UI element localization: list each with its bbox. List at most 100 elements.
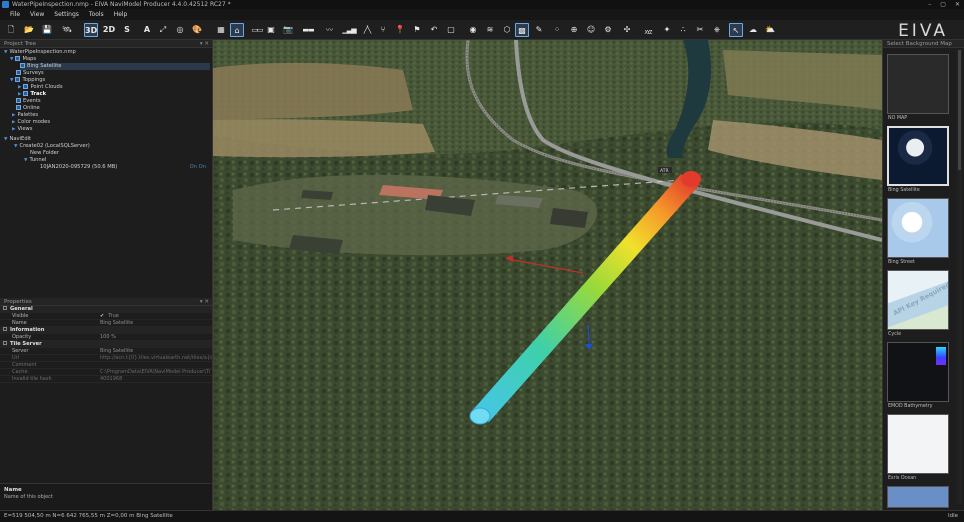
tree-item-project[interactable]: ▼ WaterPipeInspection.nmp — [4, 49, 76, 56]
expand-arrow-icon[interactable]: ▼ — [4, 137, 7, 142]
tree-item-tunnel[interactable]: ▼ Tunnel — [24, 157, 46, 164]
view-s-button[interactable]: S — [120, 23, 134, 37]
palette-icon[interactable]: 🎨 — [190, 23, 204, 37]
tree-item-bing-satellite[interactable]: Bing Satellite — [20, 63, 210, 70]
tree-item-events[interactable]: Events — [16, 98, 41, 105]
prop-section-tile-server[interactable]: Tile Server — [0, 341, 212, 348]
profile-wave-icon[interactable]: 〰 — [318, 23, 340, 37]
point-cloud-icon[interactable]: ◉ — [466, 23, 480, 37]
tree-item-palettes[interactable]: ▶ Palettes — [12, 112, 38, 119]
menu-view[interactable]: View — [30, 11, 44, 18]
photo-icon[interactable]: ▣ — [264, 23, 278, 37]
map-thumb-no-map[interactable] — [887, 54, 949, 114]
map-outline-icon[interactable]: ⌂ — [230, 23, 244, 37]
settings-icon[interactable]: ⚙ — [601, 23, 615, 37]
map-thumb-cycle[interactable]: API Key Required — [887, 270, 949, 330]
menu-help[interactable]: Help — [114, 11, 128, 18]
tree-item-naviedit[interactable]: ▼ NaviEdit — [4, 136, 31, 143]
flag-icon[interactable]: ⚑ — [410, 23, 424, 37]
checkbox[interactable] — [16, 105, 21, 110]
collapse-icon[interactable] — [3, 341, 7, 345]
tree-item-create02[interactable]: ▼ Create02 (LocalSQLServer) — [14, 143, 90, 150]
prop-row-invalid-tile-hash[interactable]: Invalid tile hash 4001968 — [0, 376, 212, 383]
expand-arrow-icon[interactable]: ▶ — [18, 85, 21, 90]
3d-viewport[interactable]: ATR — [213, 40, 882, 510]
new-project-icon[interactable]: 🗋 — [4, 23, 18, 37]
brush-icon[interactable]: ✎ — [532, 23, 546, 37]
layers-icon[interactable]: ≋ — [483, 23, 497, 37]
prop-section-general[interactable]: General — [0, 306, 212, 313]
panel-pin-icon[interactable]: ▾ ✕ — [200, 298, 209, 306]
prop-row-name[interactable]: Name Bing Satellite — [0, 320, 212, 327]
tree-item-new-folder[interactable]: New Folder — [30, 150, 59, 157]
map-thumb-emod-bathymetry[interactable] — [887, 342, 949, 402]
map-thumb-bing-satellite[interactable] — [887, 126, 949, 186]
view-2d-button[interactable]: 2D — [102, 23, 116, 37]
globe-icon[interactable]: ◎ — [173, 23, 187, 37]
stamp-icon[interactable]: ⎈ — [710, 23, 724, 37]
target-icon[interactable]: ⊕ — [567, 23, 581, 37]
prop-row-opacity[interactable]: Opacity 100 % — [0, 334, 212, 341]
menu-tools[interactable]: Tools — [89, 11, 104, 18]
expand-arrow-icon[interactable]: ▶ — [18, 92, 21, 97]
prop-row-server[interactable]: Server Bing Satellite — [0, 348, 212, 355]
tree-item-maps[interactable]: ▼ Maps — [10, 56, 36, 63]
background-map-scrollbar[interactable] — [957, 50, 962, 505]
cloud-icon[interactable]: ☁ — [746, 23, 760, 37]
tree-item-online[interactable]: Online — [16, 105, 40, 112]
select-box-icon[interactable]: ▢ — [444, 23, 458, 37]
expand-arrow-icon[interactable]: ▶ — [12, 127, 15, 132]
satellite-icon[interactable]: 🛰 — [60, 23, 74, 37]
selected-tool-icon[interactable]: ▩ — [515, 23, 529, 37]
expand-arrow-icon[interactable]: ▶ — [12, 120, 15, 125]
prop-row-comment[interactable]: Comment — [0, 362, 212, 369]
view-a-button[interactable]: A — [140, 23, 154, 37]
map-thumb-esris-ocean[interactable] — [887, 414, 949, 474]
dots-icon[interactable]: ∴ — [676, 23, 690, 37]
save-project-icon[interactable]: 💾 — [40, 23, 54, 37]
view-3d-button[interactable]: 3D — [84, 23, 98, 37]
checkbox[interactable] — [16, 70, 21, 75]
tree-item-dataset[interactable]: 10JAN2020-095729 (50.6 MB) On On — [40, 164, 206, 171]
prop-section-information[interactable]: Information — [0, 327, 212, 334]
prop-row-visible[interactable]: Visible ✔ True — [0, 313, 212, 320]
scatter-icon[interactable]: ⁘ — [550, 23, 564, 37]
xyz-button[interactable]: XYZ — [637, 23, 659, 37]
expand-arrow-icon[interactable]: ▼ — [24, 158, 27, 163]
checkbox[interactable] — [16, 98, 21, 103]
pointer-icon[interactable]: ↖ — [729, 23, 743, 37]
profile-line-icon[interactable]: ╱╲ — [356, 23, 378, 37]
prop-row-cache[interactable]: Cache C:\ProgramData\EIVA\NaviModel Produ… — [0, 369, 212, 376]
menu-file[interactable]: File — [10, 11, 20, 18]
collapse-icon[interactable] — [3, 306, 7, 310]
route-icon[interactable]: ⑂ — [376, 23, 390, 37]
checkbox[interactable] — [15, 77, 21, 82]
pin-icon[interactable]: 📍 — [393, 23, 407, 37]
expand-arrow-icon[interactable]: ▼ — [10, 57, 13, 62]
tree-item-track[interactable]: ▶ Track — [18, 91, 46, 98]
film-icon[interactable]: ▬▬ — [297, 23, 319, 37]
minimize-button[interactable]: – — [928, 0, 931, 9]
open-project-icon[interactable]: 📂 — [22, 23, 36, 37]
sparkle-icon[interactable]: ✦ — [660, 23, 674, 37]
camera-fit-icon[interactable]: ⤢ — [156, 23, 170, 37]
close-button[interactable]: ✕ — [955, 0, 960, 9]
panel-pin-icon[interactable]: ▾ ✕ — [200, 40, 209, 48]
terrain-scene[interactable]: ATR — [213, 40, 882, 510]
tree-item-surveys[interactable]: Surveys — [16, 70, 44, 77]
map-thumb-bing-street[interactable] — [887, 198, 949, 258]
mesh-icon[interactable]: ⬡ — [500, 23, 514, 37]
camera-icon[interactable]: 📷 — [281, 23, 295, 37]
checkbox[interactable] — [20, 63, 25, 68]
collapse-icon[interactable] — [3, 327, 7, 331]
undo-curve-icon[interactable]: ↶ — [427, 23, 441, 37]
expand-arrow-icon[interactable]: ▼ — [10, 78, 13, 83]
maximize-button[interactable]: ▢ — [940, 0, 946, 9]
checkbox[interactable] — [15, 56, 21, 61]
cloud-sync-icon[interactable]: ⛅ — [763, 23, 777, 37]
cut-icon[interactable]: ✂ — [693, 23, 707, 37]
prop-row-url[interactable]: Url http://ecn.t{0}.tiles.virtualearth.ne… — [0, 355, 212, 362]
tree-item-color-modes[interactable]: ▶ Color modes — [12, 119, 50, 126]
map-thumb-next[interactable] — [887, 486, 949, 508]
tree-item-toppings[interactable]: ▼ Toppings — [10, 77, 45, 84]
